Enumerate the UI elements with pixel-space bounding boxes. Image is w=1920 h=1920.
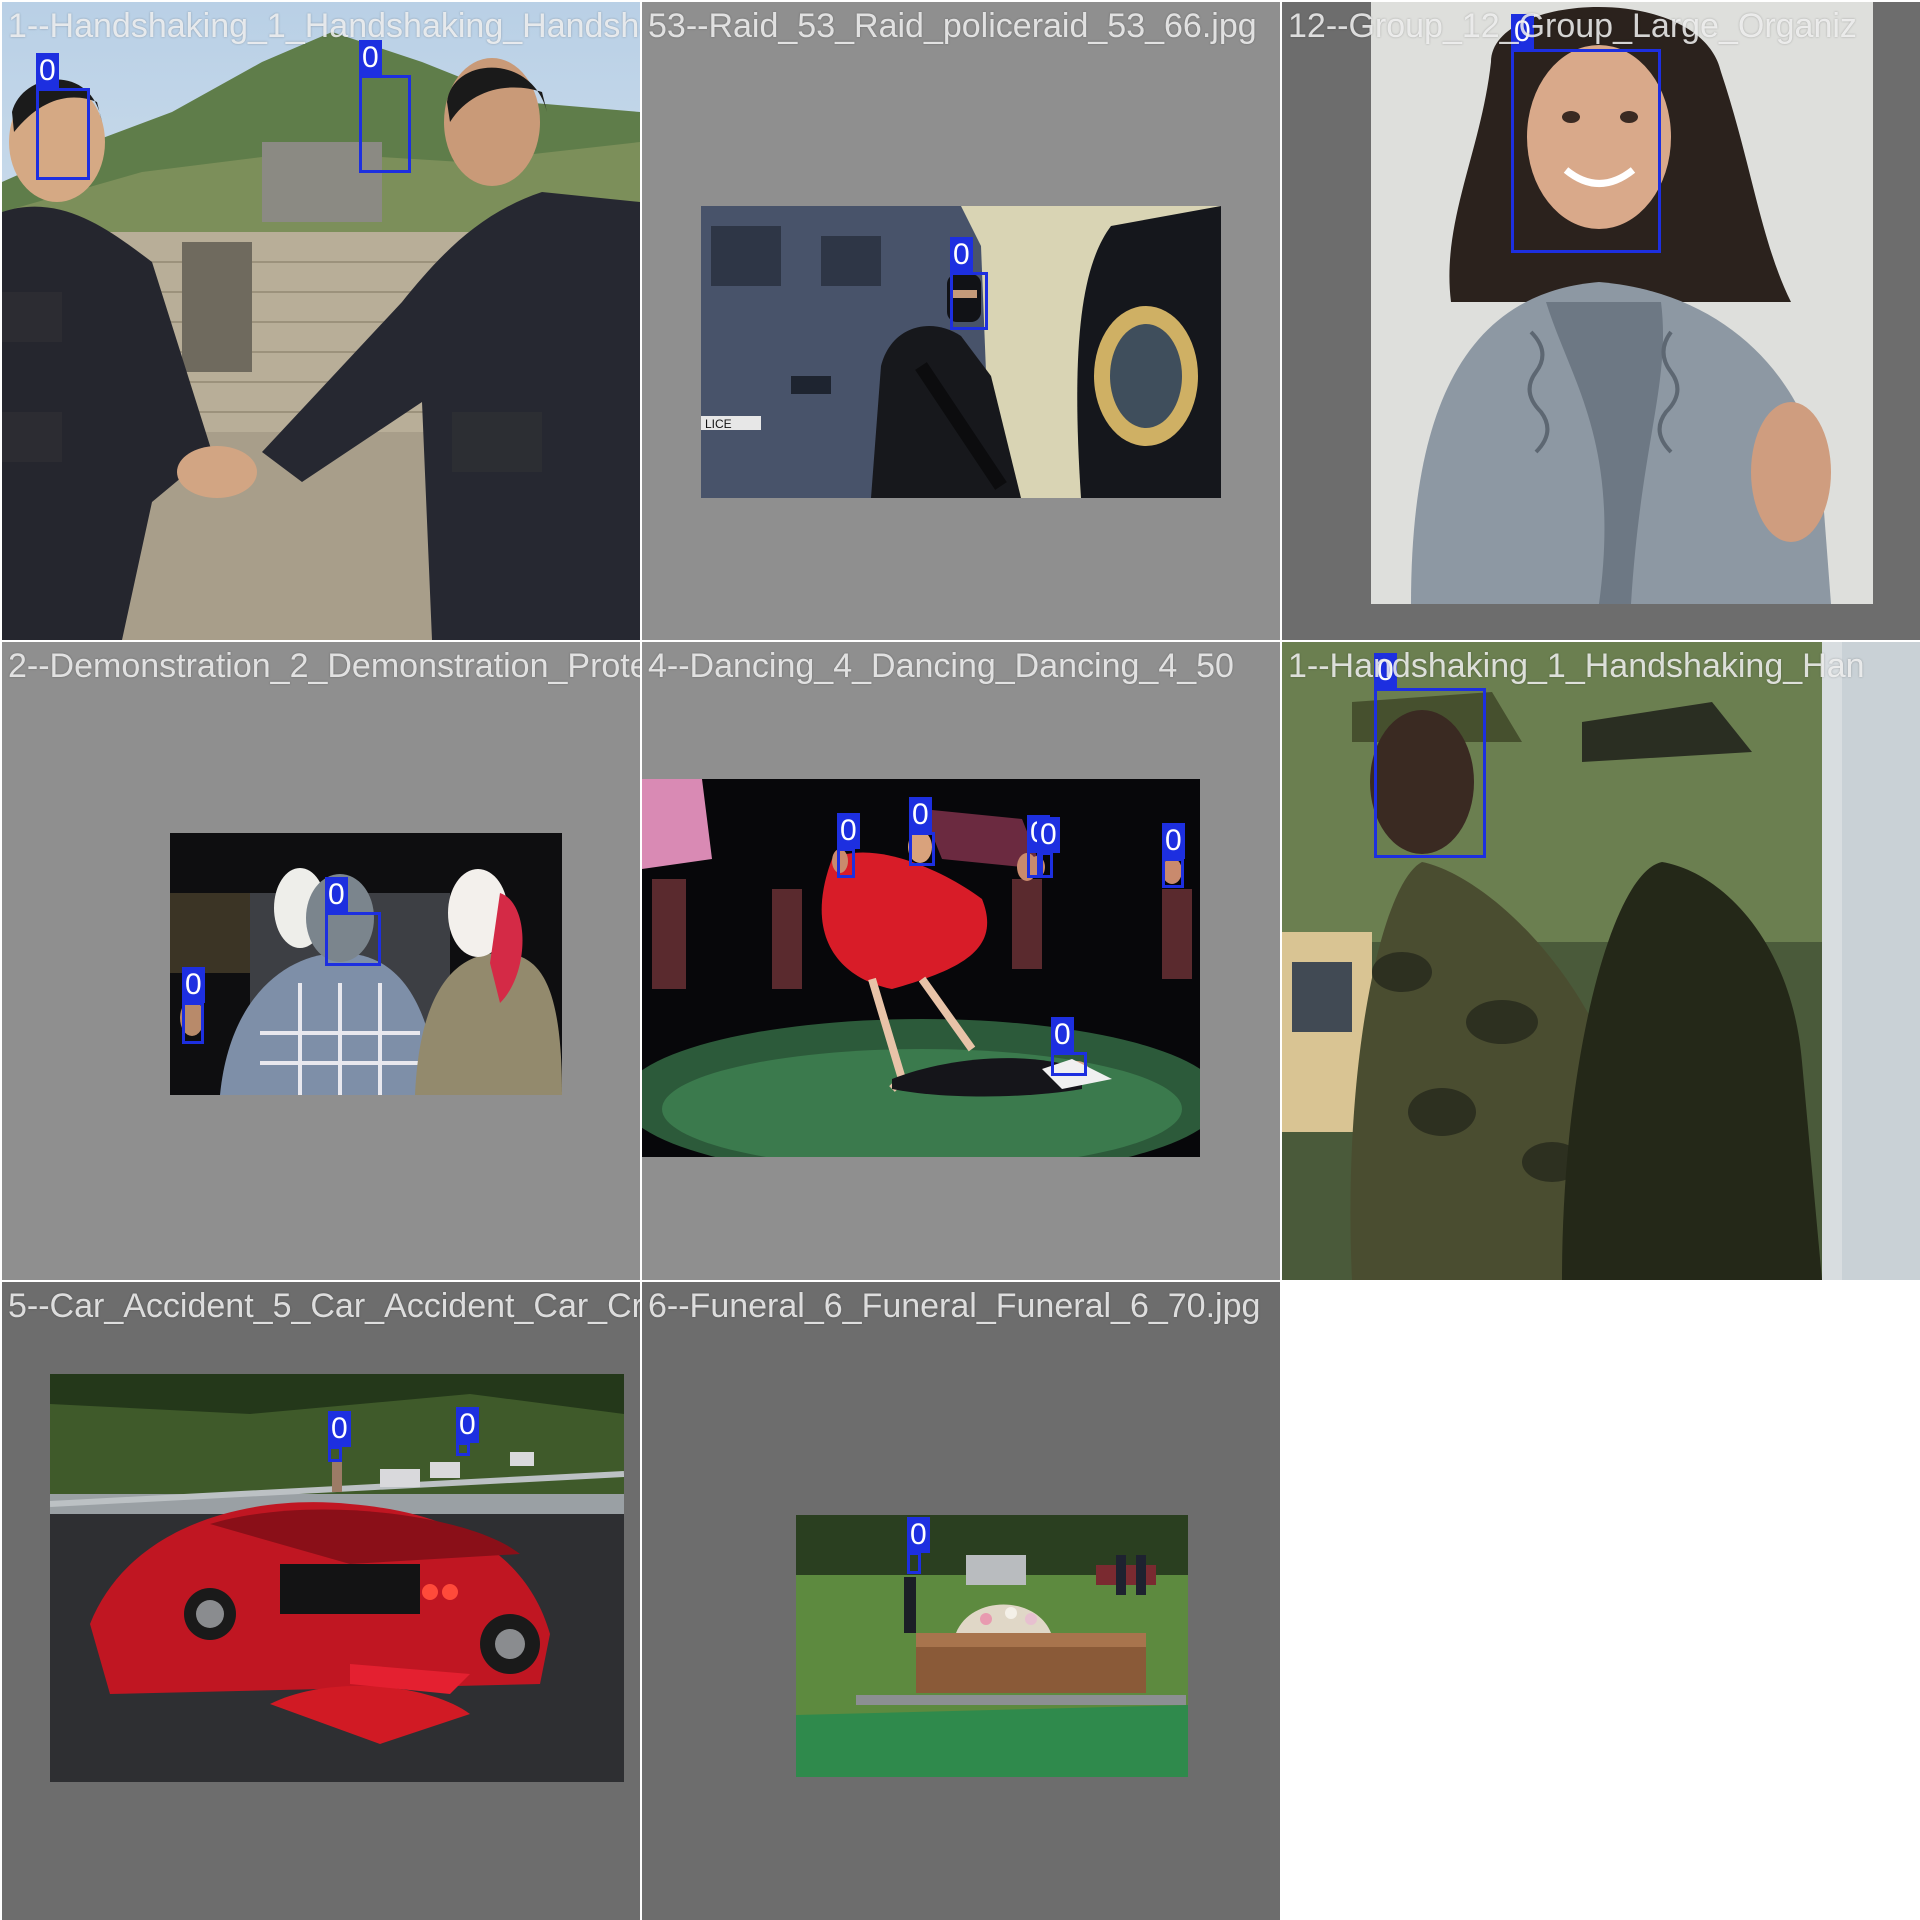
- tile-filename-label: 5--Car_Accident_5_Car_Accident_Car_Crash: [8, 1287, 640, 1325]
- tile-dancing: 4--Dancing_4_Dancing_Dancing_4_50 0 0 0 …: [642, 642, 1280, 1280]
- class-label: 0: [1162, 823, 1185, 859]
- tile-filename-label: 53--Raid_53_Raid_policeraid_53_66.jpg: [648, 7, 1257, 45]
- tile-group-portrait: 12--Group_12_Group_Large_Organiz 0: [1282, 2, 1920, 640]
- tile-filename-label: 6--Funeral_6_Funeral_Funeral_6_70.jpg: [648, 1287, 1261, 1325]
- class-label: 0: [1051, 1017, 1074, 1053]
- tile-police-raid: LICE 53--Raid_53_Raid_policeraid_53_66.j…: [642, 2, 1280, 640]
- detection-mosaic: 1--Handshaking_1_Handshaking_Handshaking…: [0, 0, 1920, 1920]
- class-label: 0: [907, 1517, 930, 1553]
- face-bounding-box: 0: [1162, 823, 1185, 888]
- face-bounding-box: 0: [359, 40, 411, 173]
- face-bounding-box: 0: [182, 967, 205, 1044]
- tile-filename-label: 1--Handshaking_1_Handshaking_Han: [1288, 647, 1865, 685]
- svg-text:LICE: LICE: [705, 417, 732, 431]
- face-bounding-box: 0: [907, 1517, 930, 1574]
- class-label: 0: [36, 53, 59, 89]
- photo-handshaking: [2, 2, 640, 640]
- photo-funeral: [796, 1515, 1188, 1777]
- class-label: 0: [1037, 817, 1060, 853]
- tile-filename-label: 4--Dancing_4_Dancing_Dancing_4_50: [648, 647, 1234, 685]
- class-label: 0: [182, 967, 205, 1003]
- face-bounding-box: 0: [1511, 14, 1661, 253]
- face-bounding-box: 0: [36, 53, 90, 180]
- class-label: 0: [328, 1411, 351, 1447]
- tile-demonstration: 2--Demonstration_2_Demonstration_Protest…: [2, 642, 640, 1280]
- tile-soldier: 1--Handshaking_1_Handshaking_Han 0: [1282, 642, 1920, 1280]
- face-bounding-box: 0: [1051, 1017, 1087, 1076]
- class-label: 0: [950, 237, 973, 273]
- class-label: 0: [325, 877, 348, 913]
- face-bounding-box: 0: [950, 237, 988, 330]
- class-label: 0: [456, 1407, 479, 1443]
- face-bounding-box: 0: [909, 797, 935, 866]
- tile-filename-label: 12--Group_12_Group_Large_Organiz: [1288, 7, 1857, 45]
- face-bounding-box: 0: [325, 877, 381, 966]
- class-label: 0: [837, 813, 860, 849]
- tile-filename-label: 1--Handshaking_1_Handshaking_Handshaking: [8, 7, 640, 45]
- face-bounding-box: 0: [1374, 653, 1486, 858]
- tile-car-accident: 5--Car_Accident_5_Car_Accident_Car_Crash…: [2, 1282, 640, 1920]
- face-bounding-box: 0: [328, 1411, 351, 1462]
- tile-filename-label: 2--Demonstration_2_Demonstration_Protest: [8, 647, 640, 685]
- face-bounding-box: 0: [837, 813, 860, 878]
- tile-funeral: 6--Funeral_6_Funeral_Funeral_6_70.jpg 0: [642, 1282, 1280, 1920]
- tile-handshaking: 1--Handshaking_1_Handshaking_Handshaking…: [2, 2, 640, 640]
- class-label: 0: [909, 797, 932, 833]
- face-bounding-box: 0: [456, 1407, 479, 1456]
- face-bounding-box: 0: [1037, 817, 1060, 878]
